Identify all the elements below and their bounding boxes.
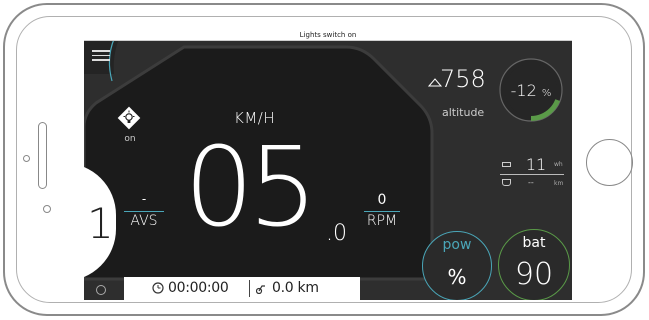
energy-divider xyxy=(500,174,564,175)
avs-label: AVS xyxy=(130,213,158,229)
trip-bar: 00:00:00 0.0 km xyxy=(124,277,360,300)
distance-value: 0.0 km xyxy=(272,280,319,296)
speed-decimal: .0 xyxy=(326,221,347,246)
altitude-label: altitude xyxy=(442,106,485,119)
phone-home-button[interactable] xyxy=(586,139,633,186)
phone-sensor-dot xyxy=(43,205,51,213)
menu-line xyxy=(92,54,110,56)
battery-value: 90 xyxy=(514,257,554,292)
rpm-value: 0 xyxy=(377,192,387,208)
energy-value: 11 xyxy=(525,155,547,174)
battery-small-icon xyxy=(502,162,511,167)
range-value: -- xyxy=(528,178,534,187)
power-value: % xyxy=(447,265,467,289)
altitude-value: 758 xyxy=(440,65,486,93)
slope-readout: -12 % xyxy=(504,81,558,100)
phone-camera-dot xyxy=(23,155,30,162)
phone-side-button xyxy=(38,122,47,189)
speed-value: 05 xyxy=(184,123,318,251)
energy-unit: wh xyxy=(554,161,563,168)
range-unit: km xyxy=(554,180,564,187)
rpm-divider xyxy=(364,211,400,212)
timer-value: 00:00:00 xyxy=(168,280,229,296)
dashboard-screen: Lights switch on on KM/H 05 .0 1 - AVS 0… xyxy=(84,29,572,300)
range-icon xyxy=(502,179,511,186)
slope-unit: % xyxy=(541,88,552,99)
lights-state-label: on xyxy=(124,134,136,144)
battery-label: bat xyxy=(522,235,546,251)
trip-separator xyxy=(249,280,250,297)
menu-line xyxy=(92,59,110,61)
settings-small-icon[interactable] xyxy=(96,285,106,295)
gear-value: 1 xyxy=(87,199,114,248)
rpm-label: RPM xyxy=(366,213,398,229)
slope-value: -12 xyxy=(510,81,537,100)
menu-button[interactable] xyxy=(92,47,110,61)
power-label: pow xyxy=(442,237,472,253)
menu-line xyxy=(92,50,110,52)
lightbulb-icon xyxy=(117,106,141,130)
avs-value: - xyxy=(141,192,147,206)
bike-icon xyxy=(256,285,265,294)
lights-toggle[interactable] xyxy=(116,105,142,131)
status-message-bar: Lights switch on xyxy=(84,29,572,41)
avs-divider xyxy=(124,211,164,212)
clock-icon xyxy=(152,282,164,294)
